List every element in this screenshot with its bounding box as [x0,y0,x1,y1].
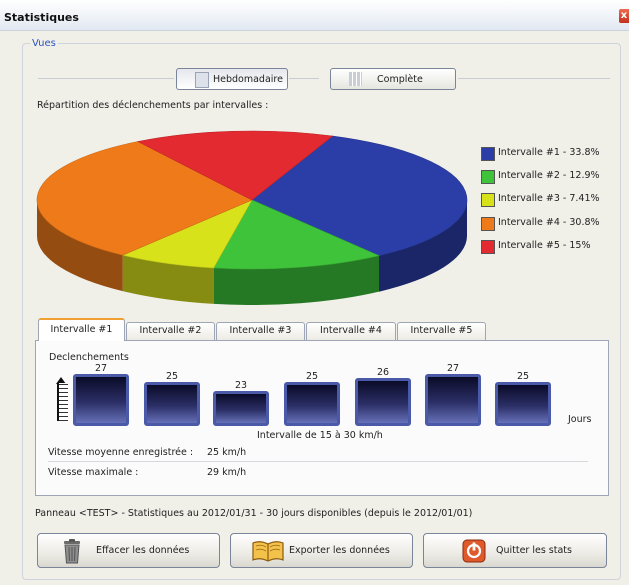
daily-bar-label-7: 25 [516,371,530,383]
tab-interval-2[interactable]: Intervalle #2 [126,322,215,340]
legend-swatch-3 [481,193,495,207]
document-icon [195,72,209,88]
avg-speed-value: 25 km/h [207,447,247,458]
avg-speed-label: Vitesse moyenne enregistrée : [48,447,194,458]
daily-bar-label-4: 25 [305,371,319,383]
pie-subtitle: Répartition des déclenchements par inter… [37,100,269,111]
title-bar: Statistiques x [0,0,629,31]
legend-label-3: Intervalle #3 - 7.41% [498,193,600,204]
legend-item-2: Intervalle #2 - 12.9% [481,170,621,184]
clear-data-label: Effacer les données [96,545,190,556]
interval-caption: Intervalle de 15 à 30 km/h [257,430,383,441]
daily-bar-5 [355,378,411,426]
export-data-label: Exporter les données [289,545,390,556]
trash-icon [64,539,80,564]
legend-item-1: Intervalle #1 - 33.8% [481,147,621,161]
stats-divider [48,461,588,462]
max-speed-value: 29 km/h [207,467,247,478]
daily-bar-4 [284,382,340,426]
distribution-pie-chart [36,130,468,305]
legend-label-2: Intervalle #2 - 12.9% [498,170,600,181]
views-groupbox [22,43,621,580]
daily-bar-label-5: 26 [376,367,390,379]
legend-label-5: Intervalle #5 - 15% [498,240,591,251]
daily-bar-1 [73,374,129,426]
view-separator-left [38,78,174,79]
tab-interval-3[interactable]: Intervalle #3 [216,322,305,340]
legend-item-4: Intervalle #4 - 30.8% [481,217,621,231]
daily-bar-label-6: 27 [446,363,460,374]
ruler-icon [57,383,68,421]
complete-view-button[interactable]: Complète [330,68,456,90]
legend-swatch-4 [481,217,495,231]
statistics-window: Statistiques x Vues Hebdomadaire Complèt… [0,0,629,585]
legend-label-1: Intervalle #1 - 33.8% [498,147,600,158]
quit-stats-label: Quitter les stats [496,545,572,556]
weekly-view-label: Hebdomadaire [213,74,283,85]
view-separator-middle [289,78,319,79]
clear-data-button[interactable]: Effacer les données [37,533,220,568]
legend-swatch-2 [481,170,495,184]
quit-stats-button[interactable]: Quitter les stats [423,533,607,568]
complete-view-label: Complète [377,74,423,85]
days-axis-label: Jours [568,414,592,425]
daily-bar-3 [213,390,269,426]
tab-interval-5[interactable]: Intervalle #5 [397,322,486,340]
weekly-view-button[interactable]: Hebdomadaire [176,68,288,90]
legend-label-4: Intervalle #4 - 30.8% [498,217,600,228]
export-data-button[interactable]: Exporter les données [230,533,413,568]
legend-swatch-5 [481,240,495,254]
daily-bar-label-1: 27 [94,363,108,374]
daily-bar-2 [144,382,200,426]
window-title: Statistiques [4,11,79,24]
triggers-title: Declenchements [49,352,129,363]
daily-bar-label-2: 25 [165,371,179,383]
daily-bar-6 [425,374,481,426]
status-text: Panneau <TEST> - Statistiques au 2012/01… [35,508,473,519]
power-icon [462,539,486,563]
legend-item-3: Intervalle #3 - 7.41% [481,193,621,207]
close-button[interactable]: x [619,9,629,23]
max-speed-label: Vitesse maximale : [48,467,139,478]
views-group-label: Vues [30,38,58,49]
daily-bar-7 [495,382,551,426]
tab-interval-4[interactable]: Intervalle #4 [306,322,396,340]
view-separator-right [458,78,610,79]
legend-item-5: Intervalle #5 - 15% [481,240,621,254]
legend-swatch-1 [481,147,495,161]
grid-icon [349,72,362,86]
book-icon [252,541,284,562]
tab-interval-1[interactable]: Intervalle #1 [38,318,125,341]
daily-bar-label-3: 23 [234,379,248,391]
